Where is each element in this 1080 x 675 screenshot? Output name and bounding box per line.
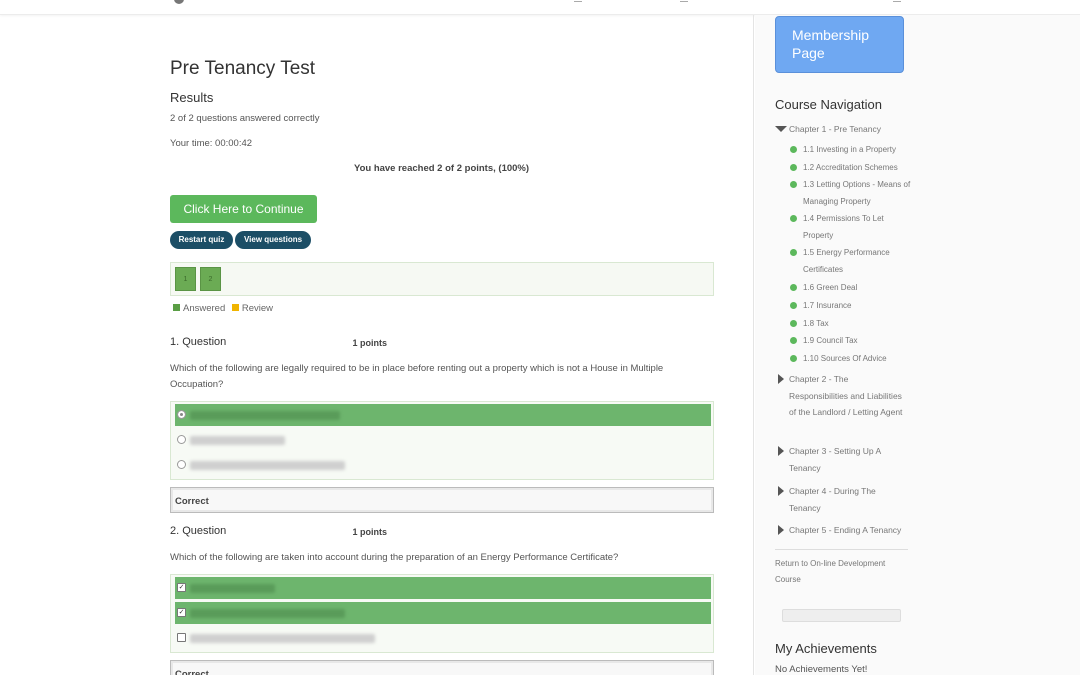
answer-text-blurred <box>190 436 285 445</box>
header-nav-stub[interactable] <box>893 0 901 2</box>
question-1-answers <box>170 401 714 480</box>
question-pager: 1 2 <box>170 262 714 296</box>
answered-swatch-icon <box>173 304 180 311</box>
review-swatch-icon <box>231 304 239 311</box>
answer-option[interactable] <box>175 429 711 451</box>
top-header <box>0 0 1080 15</box>
question-2-text: Which of the following are taken into ac… <box>170 552 619 563</box>
points-reached: You have reached 2 of 2 points, (100%) <box>353 163 530 174</box>
green-dot-icon <box>790 302 797 309</box>
question-page-2[interactable]: 2 <box>200 267 221 291</box>
green-dot-icon <box>790 355 797 362</box>
lesson-label[interactable]: 1.1 Investing in a Property <box>803 141 913 158</box>
chapter-label[interactable]: Chapter 3 - Setting Up A Tenancy <box>789 443 909 476</box>
answer-text-blurred <box>190 411 340 420</box>
continue-button[interactable]: Click Here to Continue <box>170 195 317 223</box>
course-progress-bar <box>782 609 901 622</box>
return-to-course-link[interactable]: Return to On-line Development Course <box>775 556 905 588</box>
answer-option[interactable] <box>175 627 711 649</box>
lesson-label[interactable]: 1.10 Sources Of Advice <box>803 350 913 367</box>
checkbox-icon[interactable] <box>177 633 186 642</box>
radio-icon[interactable] <box>177 460 186 469</box>
lesson-label[interactable]: 1.3 Letting Options - Means of Managing … <box>803 176 913 210</box>
view-questions-button[interactable]: View questions <box>235 231 311 249</box>
restart-quiz-button[interactable]: Restart quiz <box>170 231 233 249</box>
quiz-content: Pre Tenancy Test Results 2 of 2 question… <box>0 15 754 675</box>
answer-option[interactable] <box>175 454 711 476</box>
lesson-label[interactable]: 1.7 Insurance <box>803 297 913 314</box>
question-2-result: Correct <box>170 660 714 675</box>
lesson-label[interactable]: 1.5 Energy Performance Certificates <box>803 244 913 278</box>
triangle-right-icon[interactable] <box>778 525 784 535</box>
header-nav-stub[interactable] <box>574 0 582 2</box>
achievements-text: No Achievements Yet! <box>775 664 868 675</box>
answer-text-blurred <box>190 461 345 470</box>
checkbox-checked-icon[interactable]: ✓ <box>177 583 186 592</box>
question-legend: Answered Review <box>173 303 273 314</box>
question-1-points: 1 points <box>352 338 387 348</box>
achievements-title: My Achievements <box>775 641 877 656</box>
question-page-1[interactable]: 1 <box>175 267 196 291</box>
green-dot-icon <box>790 164 797 171</box>
legend-review: Review <box>241 303 274 314</box>
lesson-label[interactable]: 1.6 Green Deal <box>803 279 913 296</box>
lesson-label[interactable]: 1.2 Accreditation Schemes <box>803 159 913 176</box>
chapter-label[interactable]: Chapter 4 - During The Tenancy <box>789 483 909 516</box>
legend-answered: Answered <box>183 303 226 314</box>
lesson-label[interactable]: 1.4 Permissions To Let Property <box>803 210 913 244</box>
green-dot-icon <box>790 249 797 256</box>
answer-option[interactable]: ✓ <box>175 577 711 599</box>
answer-text-blurred <box>190 634 375 643</box>
lesson-label[interactable]: 1.9 Council Tax <box>803 332 913 349</box>
header-nav-stub[interactable] <box>680 0 688 2</box>
time-taken: Your time: 00:00:42 <box>170 138 253 149</box>
question-1-text: Which of the following are legally requi… <box>170 363 664 390</box>
question-2-heading: 2. Question <box>170 525 227 537</box>
site-logo-icon[interactable] <box>174 0 184 4</box>
answer-option[interactable]: ✓ <box>175 602 711 624</box>
answer-text-blurred <box>190 609 345 618</box>
question-2-points: 1 points <box>352 527 387 537</box>
membership-page-button[interactable]: Membership Page <box>775 16 904 73</box>
answered-summary: 2 of 2 questions answered correctly <box>170 113 320 124</box>
radio-selected-icon[interactable] <box>177 410 186 419</box>
results-heading: Results <box>170 90 214 105</box>
checkbox-checked-icon[interactable]: ✓ <box>177 608 186 617</box>
radio-icon[interactable] <box>177 435 186 444</box>
green-dot-icon <box>790 215 797 222</box>
course-navigation-title: Course Navigation <box>775 97 882 112</box>
green-dot-icon <box>790 337 797 344</box>
answer-option[interactable] <box>175 404 711 426</box>
triangle-right-icon[interactable] <box>778 446 784 456</box>
green-dot-icon <box>790 284 797 291</box>
sidebar: Membership Page Course Navigation Chapte… <box>755 15 1080 675</box>
triangle-down-icon[interactable] <box>775 126 787 132</box>
green-dot-icon <box>790 320 797 327</box>
green-dot-icon <box>790 146 797 153</box>
triangle-right-icon[interactable] <box>778 486 784 496</box>
answer-text-blurred <box>190 584 275 593</box>
page-title: Pre Tenancy Test <box>170 58 316 79</box>
chapter-label[interactable]: Chapter 2 - The Responsibilities and Lia… <box>789 371 909 421</box>
chapter-label[interactable]: Chapter 1 - Pre Tenancy <box>789 121 909 138</box>
triangle-right-icon[interactable] <box>778 374 784 384</box>
lesson-label[interactable]: 1.8 Tax <box>803 315 913 332</box>
green-dot-icon <box>790 181 797 188</box>
question-1-result: Correct <box>170 487 714 513</box>
sidebar-divider <box>775 549 908 550</box>
chapter-label[interactable]: Chapter 5 - Ending A Tenancy <box>789 522 909 539</box>
question-1-heading: 1. Question <box>170 336 227 348</box>
question-2-answers: ✓ ✓ <box>170 574 714 653</box>
